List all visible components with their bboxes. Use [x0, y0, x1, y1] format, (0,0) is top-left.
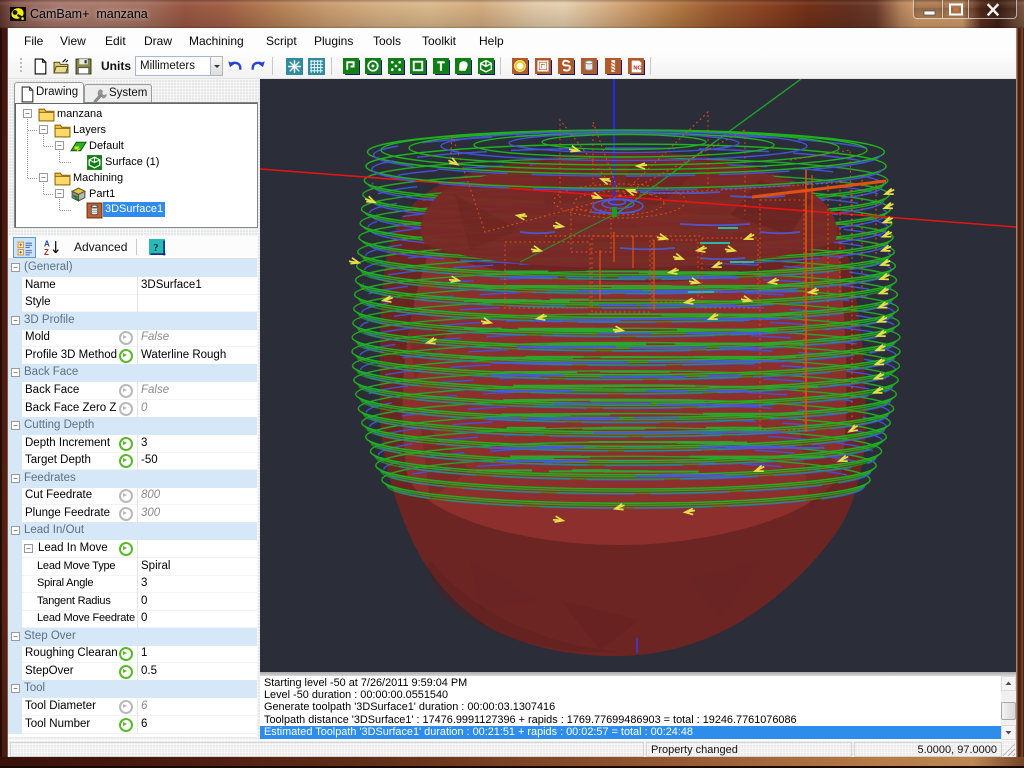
svg-text:NC: NC [633, 66, 642, 72]
svg-text:Z: Z [44, 248, 49, 256]
svg-text:?: ? [153, 243, 158, 254]
